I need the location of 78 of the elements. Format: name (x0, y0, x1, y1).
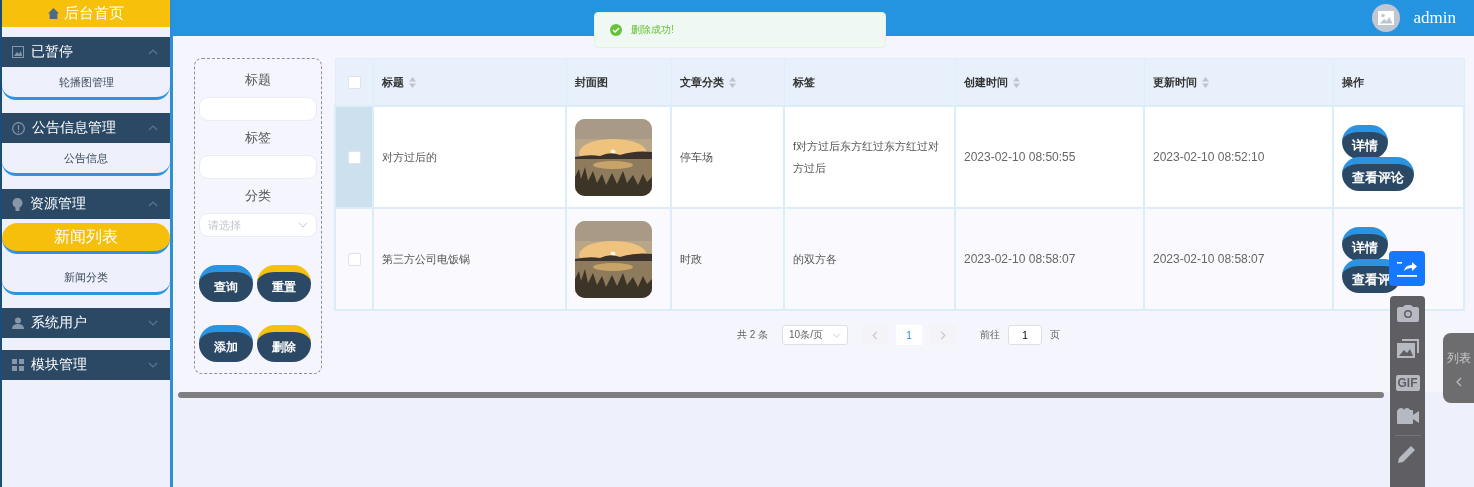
chevron-left-icon (872, 330, 879, 340)
menu-group-title: 资源管理 (30, 195, 87, 213)
page-suffix: 页 (1050, 328, 1061, 342)
menu-group-header[interactable]: 模块管理 (2, 350, 170, 380)
share-button[interactable] (1389, 251, 1425, 286)
checkbox[interactable] (347, 252, 361, 266)
next-page-button[interactable] (930, 325, 957, 345)
page-input[interactable]: 1 (1008, 325, 1043, 345)
table-cell: 2023-02-10 08:52:10 (1153, 150, 1265, 164)
checkbox[interactable] (347, 75, 361, 89)
camera-icon[interactable] (1396, 305, 1419, 322)
chevron-up-icon (148, 49, 158, 55)
table-cell: 2023-02-10 08:58:07 (1153, 252, 1265, 266)
table-cell: 停车场 (680, 151, 713, 163)
table-cell: 2023-02-10 08:58:07 (964, 252, 1076, 266)
row-action-button[interactable]: 详情 (1342, 125, 1388, 159)
image-icon (12, 46, 24, 58)
field-label: 标题 (244, 71, 272, 89)
info-icon (12, 121, 25, 135)
table-cell: 的双方各 (793, 253, 837, 265)
chevron-down-icon (832, 332, 842, 338)
chevron-left-icon (1455, 376, 1462, 387)
menu-group-header[interactable]: 已暂停 (2, 37, 170, 67)
field-label: 分类 (244, 187, 272, 205)
column-header[interactable]: 标题 (373, 58, 566, 106)
image-icon (1377, 11, 1394, 25)
menu-group-title: 公告信息管理 (32, 119, 117, 137)
row-action-button[interactable]: 查看评论 (1342, 157, 1414, 191)
chevron-right-icon (940, 330, 947, 340)
chevron-down-icon (148, 320, 158, 326)
column-header: 封面图 (566, 58, 671, 106)
column-header[interactable]: 更新时间 (1144, 58, 1333, 106)
menu-group-title: 系统用户 (31, 314, 88, 332)
action-button[interactable]: 添加 (199, 325, 253, 362)
avatar[interactable] (1371, 4, 1400, 32)
goto-label: 前往 (980, 328, 1001, 342)
menu-group-header[interactable]: 公告信息管理 (2, 113, 170, 143)
bulb-icon (12, 197, 23, 211)
pencil-icon[interactable] (1397, 445, 1418, 463)
user-icon (12, 317, 24, 329)
menu-group-header[interactable]: 资源管理 (2, 189, 170, 219)
previous-page-button[interactable] (862, 325, 889, 345)
horizontal-scrollbar[interactable] (178, 392, 1384, 398)
total-count: 共 2 条 (736, 328, 769, 342)
chevron-down-icon (148, 362, 158, 368)
column-header[interactable]: 文章分类 (671, 58, 784, 106)
field-label: 标签 (244, 129, 272, 147)
success-toast: 删除成功! (594, 12, 886, 48)
column-header: 标签 (784, 58, 955, 106)
page-number[interactable]: 1 (896, 325, 923, 345)
action-button[interactable]: 查询 (199, 265, 253, 302)
checkbox[interactable] (347, 150, 361, 164)
grid-icon (12, 359, 24, 371)
sort-icon (408, 76, 416, 88)
check-circle-icon (610, 24, 622, 36)
table-cell: 对方过后的 (382, 151, 437, 163)
table-cell: 2023-02-10 08:50:55 (964, 150, 1076, 164)
menu-group-title: 模块管理 (31, 356, 88, 374)
column-header: 操作 (1333, 58, 1464, 106)
chevron-down-icon (298, 222, 308, 228)
sort-icon (1201, 76, 1209, 88)
column-header[interactable]: 创建时间 (955, 58, 1144, 106)
home-icon (48, 8, 59, 19)
sort-icon (728, 76, 736, 88)
action-button[interactable]: 重置 (257, 265, 311, 302)
video-camera-icon[interactable] (1396, 408, 1419, 424)
action-button[interactable]: 删除 (257, 325, 311, 362)
table-cell: 时政 (680, 253, 702, 265)
table-cell: 第三方公司电饭锅 (382, 253, 470, 265)
row-action-button[interactable]: 详情 (1342, 227, 1388, 261)
chevron-up-icon (148, 125, 158, 131)
page-size-select[interactable]: 10条/页 (782, 325, 849, 345)
menu-group-title: 已暂停 (31, 43, 74, 61)
menu-group-header[interactable]: 系统用户 (2, 308, 170, 338)
table-cell: f对方过后东方红过东方红过对方过后 (793, 140, 940, 174)
sort-icon (1012, 76, 1020, 88)
chevron-up-icon (148, 201, 158, 207)
images-icon[interactable] (1396, 339, 1419, 358)
